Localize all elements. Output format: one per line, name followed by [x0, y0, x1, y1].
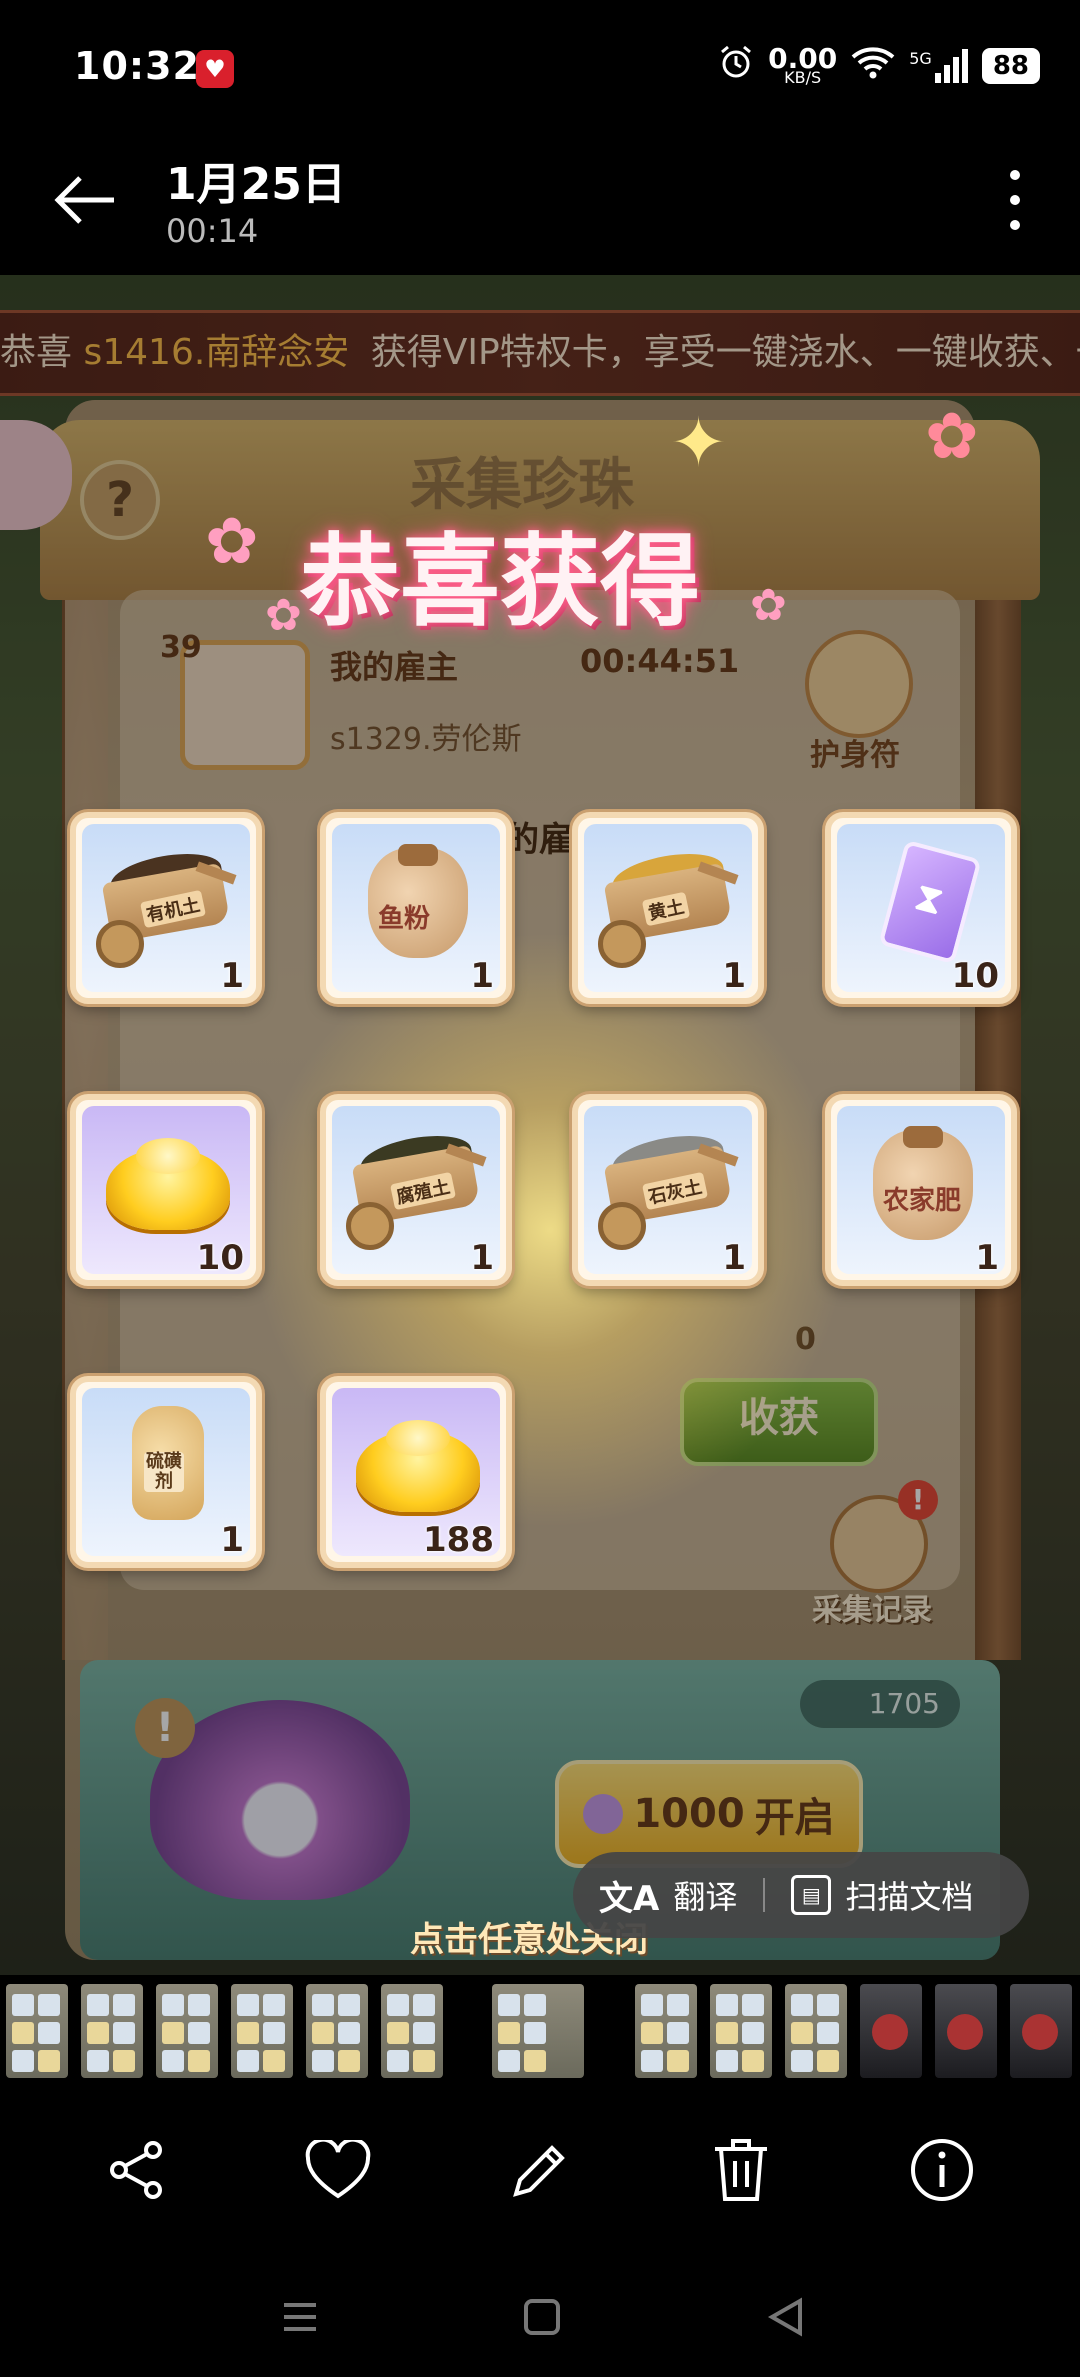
favorite-button[interactable]	[298, 2130, 378, 2210]
thumbnail[interactable]	[1010, 1984, 1072, 2078]
home-nav-button[interactable]	[520, 2295, 564, 2343]
reward-item-count: 1	[975, 1238, 999, 1278]
wifi-icon	[851, 45, 895, 86]
reward-item-card: ⧗ 10	[825, 812, 1017, 1004]
heart-icon	[305, 2140, 371, 2199]
reward-item-card: 硫磺剂 1	[70, 1376, 262, 1568]
reward-item-name: 鱼粉	[378, 904, 431, 934]
sack-icon: 鱼粉	[346, 838, 486, 958]
reward-item-name: 硫磺剂	[144, 1451, 184, 1492]
congrats-title: 恭喜获得	[300, 523, 700, 640]
reward-item-count: 188	[423, 1520, 494, 1560]
reward-item-count: 1	[220, 956, 244, 996]
thumbnail[interactable]	[381, 1984, 443, 2078]
sparkle-icon: ✦	[670, 404, 727, 483]
delete-button[interactable]	[701, 2130, 781, 2210]
thumbnail[interactable]	[860, 1984, 922, 2078]
reward-item-count: 1	[722, 956, 746, 996]
flower-icon: ✿	[265, 590, 302, 641]
reward-item-card: 188	[320, 1376, 512, 1568]
reward-item-count: 1	[220, 1520, 244, 1560]
alarm-icon	[718, 44, 754, 87]
photo-time: 00:14	[166, 212, 259, 250]
translate-button[interactable]: 文A 翻译	[573, 1871, 763, 1920]
menu-nav-button[interactable]	[278, 2295, 322, 2343]
wheelbarrow-icon: 腐殖土	[346, 1120, 487, 1250]
back-button[interactable]	[50, 170, 120, 230]
edit-icon	[513, 2145, 565, 2197]
reward-glow	[200, 880, 900, 1580]
thumbnail[interactable]	[785, 1984, 847, 2078]
signal-icon: 5G	[909, 48, 968, 83]
scan-document-button[interactable]: ▤ 扫描文档	[765, 1872, 999, 1918]
thumbnail-current[interactable]	[492, 1984, 584, 2078]
menu-nav-icon	[284, 2303, 316, 2331]
photo-date: 1月25日	[166, 159, 346, 210]
thumbnail[interactable]	[6, 1984, 68, 2078]
share-button[interactable]	[97, 2130, 177, 2210]
reward-item-count: 10	[951, 956, 999, 996]
delete-icon	[715, 2139, 767, 2201]
info-button[interactable]	[902, 2130, 982, 2210]
wheelbarrow-icon: 黄土	[598, 838, 739, 968]
wheelbarrow-icon: 石灰土	[598, 1120, 739, 1250]
flower-icon: ✿	[750, 580, 787, 631]
arrow-left-icon	[54, 176, 114, 224]
thumbnail[interactable]	[935, 1984, 997, 2078]
wheelbarrow-icon: 有机土	[96, 838, 237, 968]
notification-app-icon: ♥	[196, 50, 234, 88]
info-icon	[911, 2139, 973, 2201]
translate-icon: 文A	[599, 1878, 660, 1919]
back-nav-icon	[767, 2297, 802, 2337]
reward-item-count: 1	[470, 1238, 494, 1278]
thumbnail[interactable]	[710, 1984, 772, 2078]
reward-item-card: 10	[70, 1094, 262, 1286]
reward-item-name: 农家肥	[883, 1186, 962, 1216]
status-icons: 0.00 KB/S 5G 88	[718, 44, 1040, 87]
viewer-header	[0, 130, 1080, 275]
time-card-icon: ⧗	[851, 838, 991, 965]
potion-bottle-icon: 硫磺剂	[96, 1402, 236, 1522]
thumbnail[interactable]	[635, 1984, 697, 2078]
reward-item-count: 1	[470, 956, 494, 996]
reward-item-card: 农家肥 1	[825, 1094, 1017, 1286]
status-time: 10:32	[74, 44, 200, 88]
thumbnail[interactable]	[231, 1984, 293, 2078]
gold-ingot-icon	[346, 1402, 486, 1522]
lens-tools-pill: 文A 翻译 ▤ 扫描文档	[573, 1852, 1029, 1938]
thumbnail[interactable]	[81, 1984, 143, 2078]
more-vertical-icon[interactable]	[1000, 170, 1030, 230]
edit-button[interactable]	[500, 2130, 580, 2210]
reward-item-count: 10	[196, 1238, 244, 1278]
flower-icon: ✿	[925, 400, 979, 474]
reward-item-count: 1	[722, 1238, 746, 1278]
net-speed: 0.00 KB/S	[768, 41, 838, 87]
home-nav-icon	[524, 2299, 560, 2335]
reward-item-card: 鱼粉 1	[320, 812, 512, 1004]
back-nav-button[interactable]	[764, 2295, 808, 2343]
reward-item-card: 黄土 1	[572, 812, 764, 1004]
share-icon	[110, 2141, 162, 2199]
battery-icon: 88	[981, 47, 1040, 84]
thumbnail[interactable]	[306, 1984, 368, 2078]
sack-icon: 农家肥	[851, 1120, 991, 1240]
reward-item-card: 腐殖土 1	[320, 1094, 512, 1286]
gold-ingot-icon	[96, 1120, 236, 1240]
scan-document-icon: ▤	[791, 1875, 832, 1915]
thumbnail[interactable]	[156, 1984, 218, 2078]
reward-item-card: 石灰土 1	[572, 1094, 764, 1286]
reward-item-card: 有机土 1	[70, 812, 262, 1004]
flower-icon: ✿	[205, 505, 259, 579]
